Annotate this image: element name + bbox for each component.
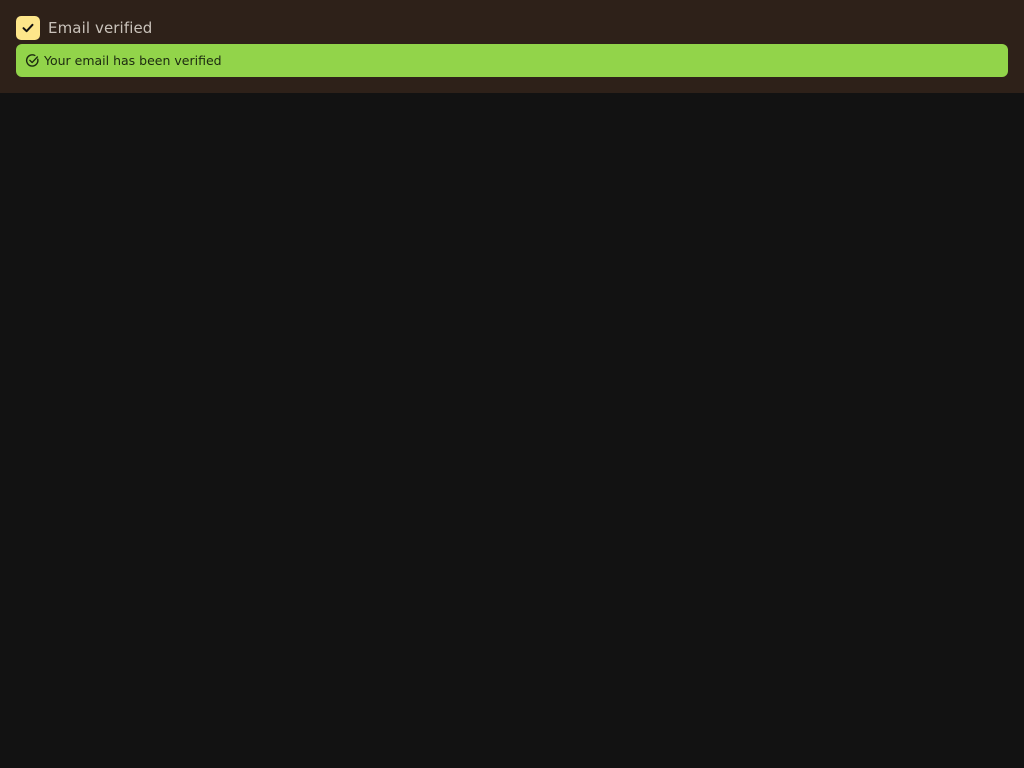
checkbox-label: Email verified	[48, 19, 153, 37]
check-icon	[22, 23, 34, 33]
email-verified-checkbox[interactable]: Email verified	[16, 16, 152, 40]
verification-panel: Email verified Your email has been verif…	[0, 0, 1024, 93]
success-alert: Your email has been verified	[16, 44, 1008, 77]
check-circle-icon	[24, 53, 40, 69]
checkbox-box[interactable]	[16, 16, 40, 40]
alert-message: Your email has been verified	[44, 53, 222, 68]
